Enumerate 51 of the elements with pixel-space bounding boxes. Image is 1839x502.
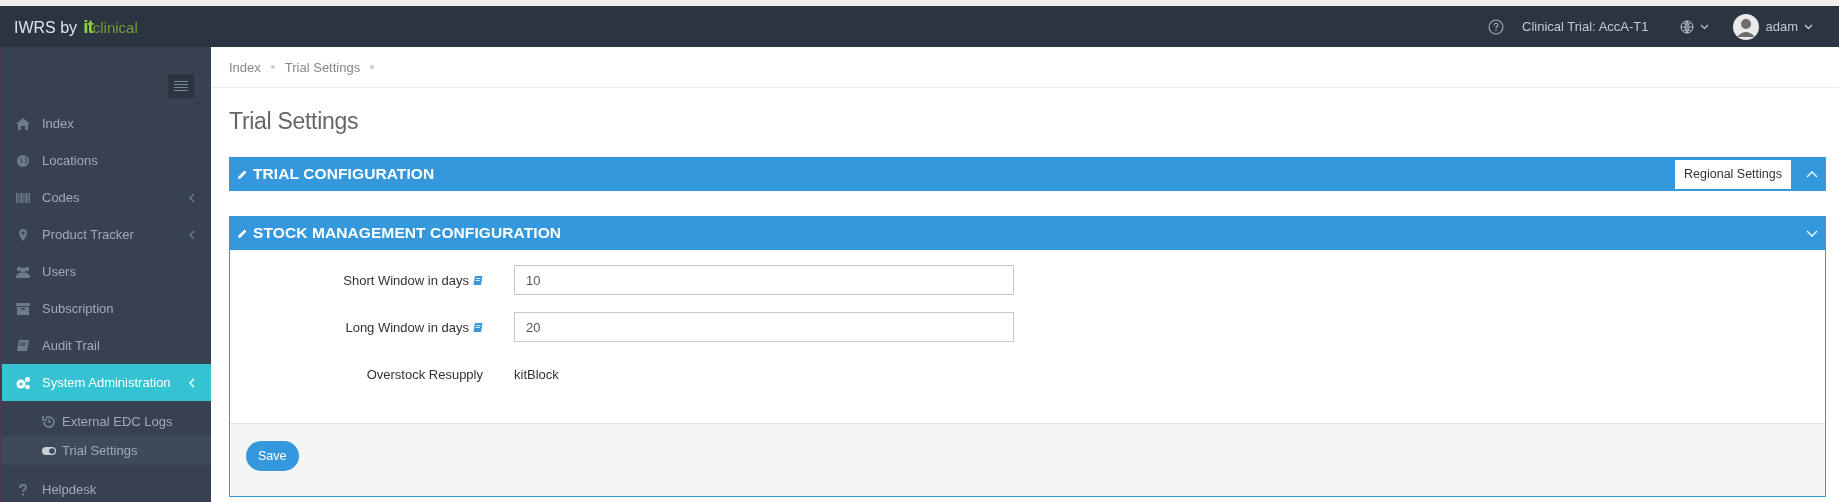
regional-settings-button[interactable]: Regional Settings: [1675, 159, 1791, 189]
sidebar-item[interactable]: Users: [2, 253, 211, 290]
sidebar-item[interactable]: Index: [2, 105, 211, 142]
panel-title: STOCK MANAGEMENT CONFIGURATION: [253, 224, 563, 242]
home-icon: [15, 116, 31, 131]
field-label: Overstock Resupply: [366, 366, 483, 382]
menu-icon: [174, 80, 188, 92]
trial-name: Clinical Trial: AccA-T1: [1522, 19, 1649, 34]
sidebar-item[interactable]: Product Tracker: [2, 216, 211, 253]
field-value: kitBlock: [514, 366, 559, 382]
book-icon: [15, 338, 31, 353]
archive-icon: [15, 301, 31, 316]
book-icon[interactable]: [472, 321, 483, 333]
pencil-icon: [237, 168, 248, 180]
sidebar-item[interactable]: Locations: [2, 142, 211, 179]
globe-icon: [15, 153, 31, 168]
breadcrumb-link[interactable]: Trial Settings: [284, 59, 361, 75]
app-title: IWRS by: [14, 18, 78, 37]
globe-icon: [1680, 19, 1695, 34]
barcode-icon: [15, 190, 31, 205]
page-title: Trial Settings: [229, 108, 360, 135]
brand-logo-mark: it: [83, 15, 93, 38]
field-label: Long Window in days: [345, 319, 469, 335]
user-menu[interactable]: adam: [1733, 13, 1813, 40]
input-field[interactable]: 10: [514, 265, 1014, 295]
input-field[interactable]: 20: [514, 312, 1014, 342]
menu-toggle-button[interactable]: [168, 74, 194, 98]
submenu-item[interactable]: External EDC Logs: [2, 407, 211, 436]
breadcrumb-link[interactable]: Index: [229, 59, 261, 75]
brand-logo-name: clinical: [92, 18, 138, 36]
sidebar-item[interactable]: Helpdesk: [2, 471, 211, 502]
avatar-icon: [1733, 13, 1760, 40]
caret-icon: [1700, 23, 1710, 30]
caret-icon: [1804, 23, 1813, 30]
gears-icon: [15, 375, 31, 390]
submenu-item[interactable]: Trial Settings: [2, 436, 211, 465]
pencil-icon: [237, 227, 248, 239]
book-icon[interactable]: [472, 274, 483, 286]
sidebar-item[interactable]: Codes: [2, 179, 211, 216]
history-icon: [41, 414, 57, 429]
users-icon: [15, 264, 31, 279]
panel-title: TRIAL CONFIGURATION: [253, 165, 436, 183]
field-label: Short Window in days: [343, 272, 469, 288]
help-icon[interactable]: [1488, 18, 1505, 35]
sidebar-item[interactable]: Subscription: [2, 290, 211, 327]
language-menu[interactable]: [1680, 19, 1710, 34]
chevron-left-icon: [188, 192, 195, 203]
chevron-left-icon: [188, 377, 195, 388]
chevron-left-icon: [188, 229, 195, 240]
save-button[interactable]: Save: [246, 441, 299, 471]
sidebar-item[interactable]: Audit Trail: [2, 327, 211, 364]
